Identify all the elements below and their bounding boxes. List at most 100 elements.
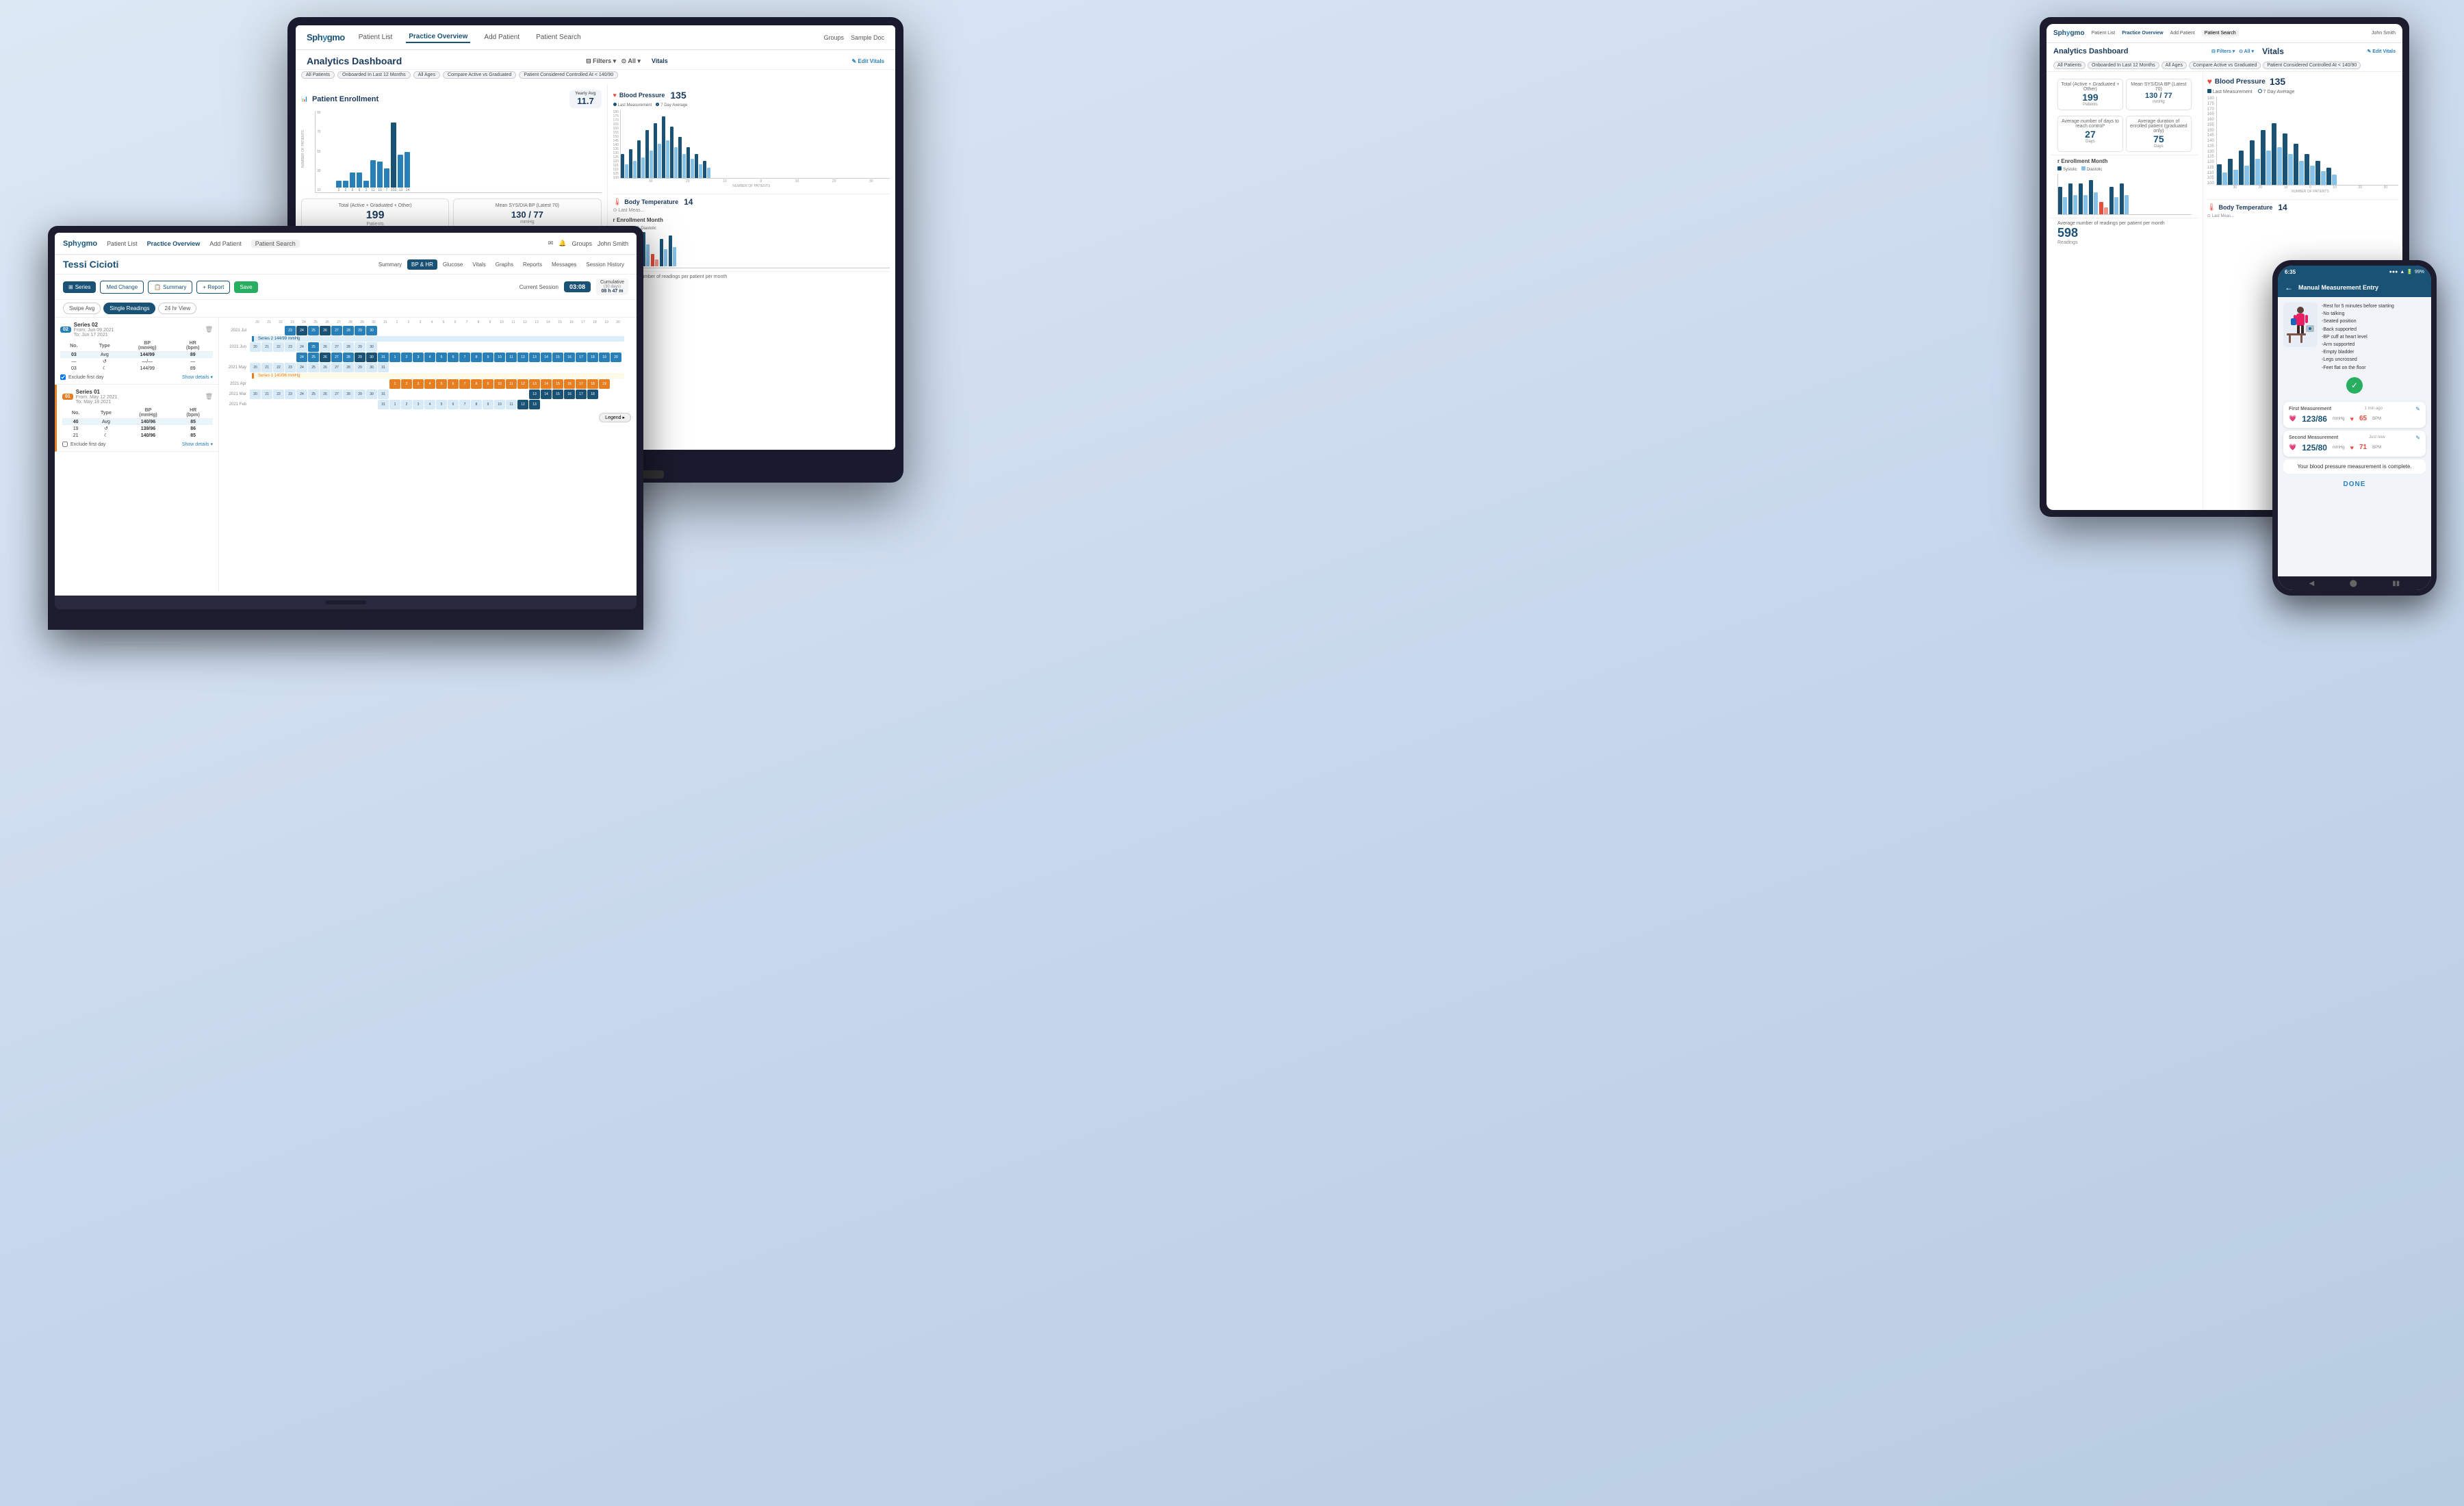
filter-onboarded[interactable]: Onboarded In Last 12 Months bbox=[337, 71, 411, 79]
cal-row-may: 2021 May 202122 232425 262728 293031 bbox=[222, 363, 634, 372]
nav-user[interactable]: John Smith bbox=[598, 240, 628, 247]
med-change-button[interactable]: Med Change bbox=[100, 281, 144, 294]
filter-controlled[interactable]: Patient Considered Controlled At < 140/9… bbox=[519, 71, 618, 79]
series-02-header: 02 Series 02 From: Jun 09 2021 To: Jun 1… bbox=[60, 322, 213, 337]
phone-home-btn[interactable]: ⬤ bbox=[2350, 580, 2357, 587]
save-button[interactable]: Save bbox=[234, 281, 257, 293]
bar-7: 7 bbox=[384, 168, 389, 192]
tab-reports[interactable]: Reports bbox=[519, 259, 546, 270]
app-nav-practice-overview[interactable]: Practice Overview bbox=[147, 240, 201, 247]
series-02-card: 02 Series 02 From: Jun 09 2021 To: Jun 1… bbox=[55, 318, 218, 385]
tablet-vitals-title: Vitals bbox=[2262, 47, 2284, 56]
nav-groups[interactable]: Groups bbox=[572, 240, 592, 247]
tablet-edit-vitals[interactable]: ✎ Edit Vitals bbox=[2367, 49, 2396, 54]
monitor-nav-add-patient[interactable]: Add Patient bbox=[481, 32, 522, 42]
tablet-pill-4[interactable]: Compare Active vs Graduated bbox=[2189, 62, 2261, 69]
tablet-temp-value: 14 bbox=[2278, 203, 2287, 212]
monitor-nav-practice-overview[interactable]: Practice Overview bbox=[406, 31, 470, 43]
yearly-avg-box: Yearly Avg 11.7 bbox=[569, 90, 601, 108]
edit-vitals-btn[interactable]: ✎ Edit Vitals bbox=[852, 58, 884, 64]
app-nav-patient-list[interactable]: Patient List bbox=[107, 240, 138, 247]
cal-row-jul: 2021 Jul 232425 262728 2930 bbox=[222, 326, 634, 335]
tablet-filters[interactable]: ⊟ Filters ▾ ⊙ All ▾ bbox=[2211, 49, 2254, 54]
analytics-nav: Sphygmo Patient List Practice Overview A… bbox=[296, 25, 895, 50]
tablet-pill-3[interactable]: All Ages bbox=[2161, 62, 2187, 69]
second-meas-values: 💗 125/80 mmHg ♥ 71 BPM bbox=[2289, 443, 2420, 452]
filter-all-patients[interactable]: All Patients bbox=[301, 71, 335, 79]
laptop-screen: Sphygmo Patient List Practice Overview A… bbox=[55, 233, 637, 596]
bp-y-axis: 180175170165160 155150145140135 13012512… bbox=[613, 110, 619, 179]
done-button[interactable]: DONE bbox=[2283, 476, 2426, 492]
tablet-pill-1[interactable]: All Patients bbox=[2053, 62, 2086, 69]
filter-compare[interactable]: Compare Active vs Graduated bbox=[443, 71, 516, 79]
check-icon-wrapper: ✓ bbox=[2283, 377, 2426, 398]
app-logo: Sphygmo bbox=[63, 240, 97, 248]
tab-summary[interactable]: Summary bbox=[374, 259, 406, 270]
tablet-bp-value: 135 bbox=[2270, 76, 2285, 87]
first-meas-time: 1 min ago bbox=[2365, 407, 2383, 411]
chart-y-axis-label: NUMBER OF PATIENTS bbox=[301, 111, 305, 186]
show-details-01[interactable]: Show details ▾ bbox=[182, 442, 213, 447]
bp-x-axis: 3020100102030 bbox=[613, 179, 890, 183]
phone-device: 6:35 ●●● ▲ 🔋 99% ← Manual Measurement En… bbox=[2272, 260, 2437, 596]
show-details-02[interactable]: Show details ▾ bbox=[182, 374, 213, 380]
nav-bell-icon[interactable]: 🔔 bbox=[559, 240, 566, 247]
series-02-row-3: 03 ☾ 144/99 89 bbox=[60, 365, 213, 372]
series-button[interactable]: ⊞ Series bbox=[63, 281, 96, 293]
series-01-delete[interactable]: 🗑 bbox=[205, 393, 213, 400]
analytics-filters[interactable]: ⊟ Filters ▾ ⊙ All ▾ bbox=[586, 58, 641, 65]
enrollment-title: Patient Enrollment bbox=[312, 95, 378, 103]
toggle-single-readings[interactable]: Single Readings bbox=[103, 303, 155, 314]
app-nav-patient-search[interactable]: Patient Search bbox=[251, 240, 300, 248]
instr-1: -Rest for 5 minutes before starting bbox=[2322, 303, 2426, 310]
tablet-nav-add[interactable]: Add Patient bbox=[2170, 31, 2195, 36]
phone-time: 6:35 bbox=[2285, 269, 2296, 275]
bar-2c: 2 bbox=[363, 181, 369, 192]
second-meas-edit[interactable]: ✎ bbox=[2415, 435, 2420, 441]
monitor-nav-patient-search[interactable]: Patient Search bbox=[533, 32, 584, 42]
tablet-bp-bars bbox=[2216, 97, 2398, 186]
second-meas-time: Just now bbox=[2369, 435, 2385, 439]
toggle-24hr[interactable]: 24 hr View bbox=[158, 303, 196, 314]
toggle-swipe-avg[interactable]: Swipe Avg bbox=[63, 303, 101, 314]
filter-ages[interactable]: All Ages bbox=[413, 71, 440, 79]
exclude-first-checkbox-01[interactable] bbox=[62, 442, 68, 447]
tablet-nav-search[interactable]: Patient Search bbox=[2202, 30, 2239, 36]
first-meas-bp: 123/86 bbox=[2302, 414, 2327, 424]
tab-bp-hr[interactable]: BP & HR bbox=[407, 259, 437, 270]
tablet-pill-2[interactable]: Onboarded In Last 12 Months bbox=[2088, 62, 2159, 69]
first-meas-edit[interactable]: ✎ bbox=[2415, 406, 2420, 412]
tablet-pill-5[interactable]: Patient Considered Controlled At < 140/9… bbox=[2263, 62, 2361, 69]
tab-vitals[interactable]: Vitals bbox=[468, 259, 489, 270]
tab-glucose[interactable]: Glucose bbox=[439, 259, 467, 270]
body-temp-section: 🌡 Body Temperature 14 ⊙ Last Meas... bbox=[613, 194, 890, 213]
exclude-first-checkbox-02[interactable] bbox=[60, 374, 66, 380]
monitor-nav-groups[interactable]: Groups bbox=[823, 34, 844, 41]
cal-row-feb: 2021 Feb 31 123 456 789 1011 1213 bbox=[222, 400, 634, 409]
enrollment-month-section: r Enrollment Month Systolic Diastolic bbox=[613, 217, 890, 268]
phone-recents-btn[interactable]: ▮▮ bbox=[2392, 580, 2400, 587]
bar-10: 10 bbox=[377, 162, 383, 192]
phone-back-button[interactable]: ← bbox=[2285, 283, 2293, 292]
series-01-header: 01 Series 01 From: May 12 2021 To: May 1… bbox=[62, 389, 213, 405]
tablet-nav: Sphygmo Patient List Practice Overview A… bbox=[2046, 24, 2402, 43]
summary-button[interactable]: 📋 Summary bbox=[148, 281, 192, 294]
tab-messages[interactable]: Messages bbox=[548, 259, 580, 270]
report-button[interactable]: + Report bbox=[196, 281, 230, 294]
tab-graphs[interactable]: Graphs bbox=[491, 259, 517, 270]
second-meas-header: Second Measurement Just now ✎ bbox=[2289, 435, 2420, 441]
tablet-nav-patient-list[interactable]: Patient List bbox=[2092, 31, 2116, 36]
tablet-nav-practice[interactable]: Practice Overview bbox=[2122, 31, 2163, 36]
nav-inbox-icon[interactable]: ✉ bbox=[548, 240, 554, 247]
tablet-nav-john-smith[interactable]: John Smith bbox=[2372, 31, 2396, 36]
monitor-nav-user[interactable]: Sample Doc bbox=[851, 34, 884, 41]
tab-session-history[interactable]: Session History bbox=[582, 259, 628, 270]
monitor-nav-patient-list[interactable]: Patient List bbox=[356, 32, 395, 42]
calendar-legend[interactable]: Legend ▸ bbox=[222, 410, 634, 425]
patient-tabs: Summary BP & HR Glucose Vitals Graphs Re… bbox=[374, 259, 628, 270]
phone-back-btn[interactable]: ◀ bbox=[2309, 580, 2315, 587]
first-meas-bpm-unit: BPM bbox=[2372, 417, 2381, 421]
app-nav-add-patient[interactable]: Add Patient bbox=[209, 240, 242, 247]
phone-content: -Rest for 5 minutes before starting -No … bbox=[2278, 297, 2431, 576]
series-02-delete[interactable]: 🗑 bbox=[205, 326, 213, 333]
